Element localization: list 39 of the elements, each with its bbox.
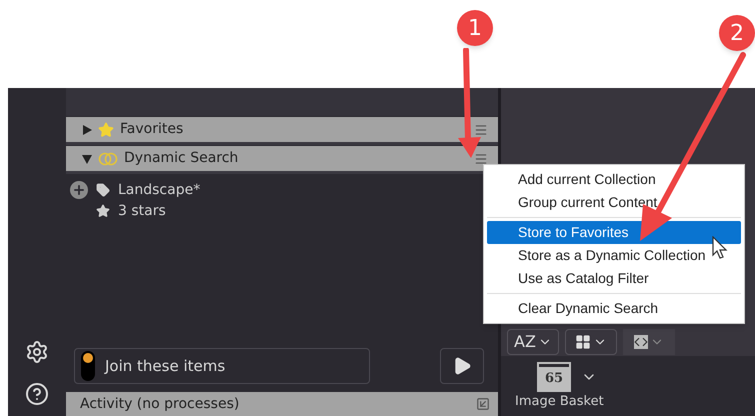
menu-item[interactable]: Use as Catalog Filter — [487, 267, 741, 290]
search-criterion: 3 stars — [118, 202, 166, 220]
menu-item[interactable]: Store as a Dynamic Collection — [487, 244, 741, 267]
menu-item[interactable]: Store to Favorites — [487, 221, 741, 244]
step-badge: 2 — [719, 15, 755, 51]
collapsed-triangle-icon[interactable] — [82, 124, 92, 134]
dock-icon[interactable] — [476, 397, 490, 411]
settings-icon[interactable] — [25, 340, 49, 364]
star-icon — [96, 204, 110, 218]
menu-item[interactable]: Clear Dynamic Search — [487, 297, 741, 320]
help-icon[interactable] — [25, 382, 49, 406]
sort-label: AZ — [514, 334, 536, 350]
add-icon[interactable] — [70, 181, 88, 199]
code-button[interactable] — [623, 329, 675, 355]
menu-icon[interactable] — [474, 152, 488, 166]
play-button[interactable] — [440, 348, 484, 384]
menu-item[interactable]: Group current Content — [487, 191, 741, 214]
join-items-field[interactable]: Join these items — [74, 348, 370, 384]
collection-header[interactable]: Favorites — [66, 117, 498, 145]
basket-count[interactable]: 65 — [539, 364, 569, 390]
grid-icon — [575, 334, 591, 350]
mouse-cursor-icon — [712, 236, 728, 260]
search-criterion: Landscape* — [118, 180, 200, 200]
collection-header[interactable]: Dynamic Search — [66, 146, 498, 174]
star-icon — [98, 122, 114, 138]
expanded-triangle-icon[interactable] — [82, 154, 92, 164]
step-badge: 1 — [457, 10, 493, 46]
toggle-switch[interactable] — [81, 351, 95, 381]
linked-rings-icon — [98, 152, 118, 166]
menu-icon[interactable] — [474, 122, 488, 136]
tag-icon — [96, 183, 110, 197]
activity-label: Activity (no processes) — [80, 394, 240, 414]
collection-title: Dynamic Search — [124, 149, 240, 168]
basket-label: Image Basket — [515, 393, 605, 411]
code-icon — [634, 335, 648, 349]
join-label: Join these items — [105, 356, 226, 377]
sort-button[interactable]: AZ — [507, 329, 559, 355]
collection-title: Favorites — [120, 120, 184, 139]
grid-view-button[interactable] — [565, 329, 617, 355]
